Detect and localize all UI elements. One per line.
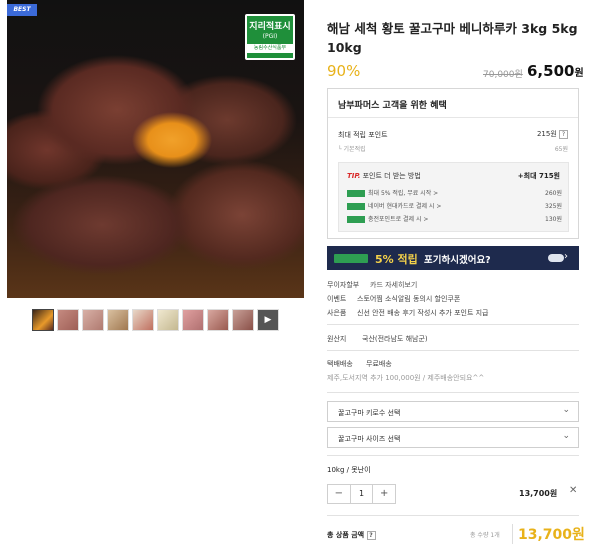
help-icon[interactable]: ? bbox=[559, 129, 568, 139]
total-price: 13,700원 bbox=[518, 527, 585, 543]
tip-prefix: TIP. bbox=[347, 172, 361, 180]
divider bbox=[327, 392, 579, 393]
thumbnail-5[interactable] bbox=[132, 309, 154, 331]
decrease-button[interactable]: − bbox=[328, 485, 350, 503]
benefit-box: 남부파머스 고객을 위한 혜택 최대 적립 포인트 215원 ? └ 기본적립 … bbox=[327, 88, 579, 239]
installment-link[interactable]: 카드 자세히보기 bbox=[370, 280, 417, 290]
event-label: 이벤트 bbox=[327, 295, 347, 303]
weight-select[interactable]: 꿀고구마 키로수 선택 ⌄ bbox=[327, 401, 579, 422]
tip-row-2[interactable]: 네이버 현대카드로 결제 시 > 325원 bbox=[347, 201, 562, 210]
selected-option-name: 10kg / 못난이 bbox=[327, 466, 371, 474]
help-icon[interactable]: ? bbox=[366, 530, 376, 540]
thumbnail-8[interactable] bbox=[207, 309, 229, 331]
original-price: 70,000원 bbox=[483, 70, 523, 80]
divider bbox=[328, 117, 578, 118]
divider bbox=[512, 524, 513, 544]
quantity-input[interactable]: 1 bbox=[349, 485, 374, 503]
tip-row-label: 네이버 현대카드로 결제 시 > bbox=[368, 203, 442, 210]
thumbnail-7[interactable] bbox=[182, 309, 204, 331]
banner-percent: 5% 적립 bbox=[375, 253, 418, 266]
thumbnail-4[interactable] bbox=[107, 309, 129, 331]
max-points-value-wrap: 215원 ? bbox=[537, 129, 568, 139]
origin-value: 국산(전라남도 해남군) bbox=[362, 335, 428, 343]
sale-price-unit: 원 bbox=[574, 68, 584, 79]
thumbnail-6[interactable] bbox=[157, 309, 179, 331]
divider bbox=[327, 350, 579, 351]
divider bbox=[327, 515, 579, 516]
tip-label: 포인트 더 받는 방법 bbox=[362, 172, 421, 180]
size-select[interactable]: 꿀고구마 사이즈 선택 ⌄ bbox=[327, 427, 579, 448]
thumbnail-3[interactable] bbox=[82, 309, 104, 331]
delivery-note: 제주,도서지역 추가 100,000원 / 제주배송안되요^^ bbox=[327, 374, 485, 382]
video-thumbnail[interactable]: ▶ bbox=[257, 309, 279, 331]
sale-price: 6,500원 bbox=[527, 62, 584, 80]
tip-max: +최대 715원 bbox=[517, 172, 560, 180]
divider bbox=[327, 324, 579, 325]
naver-pay-logo-icon bbox=[334, 254, 368, 263]
tip-row-value: 325원 bbox=[545, 203, 562, 210]
best-badge: BEST bbox=[7, 4, 37, 16]
basic-points-value: 65원 bbox=[554, 146, 568, 153]
chevron-down-icon: ⌄ bbox=[562, 405, 570, 415]
thumbnail-strip: ▶ bbox=[32, 309, 279, 331]
tip-row-3[interactable]: 충전포인트로 결제 시 > 130원 bbox=[347, 214, 562, 223]
installment-label: 무이자할부 bbox=[327, 281, 360, 289]
chevron-down-icon: ⌄ bbox=[562, 431, 570, 441]
delivery-label: 택배배송 bbox=[327, 360, 353, 368]
total-quantity: 총 수량 1개 bbox=[470, 532, 500, 539]
thumbnail-1[interactable] bbox=[32, 309, 54, 331]
event-value: 스토어찜 소식알림 동의시 할인쿠폰 bbox=[357, 295, 461, 303]
product-title: 해남 세척 황토 꿀고구마 베니하루카 3kg 5kg 10kg bbox=[327, 21, 578, 55]
thumbnail-2[interactable] bbox=[57, 309, 79, 331]
tip-box: TIP. 포인트 더 받는 방법 +최대 715원 최대 5% 적립, 무료 시… bbox=[338, 162, 569, 232]
weight-select-label: 꿀고구마 키로수 선택 bbox=[338, 409, 401, 417]
chevron-right-icon: › bbox=[564, 251, 568, 262]
tip-row-label: 최대 5% 적립, 무료 시작 > bbox=[368, 190, 439, 197]
total-label: 총 상품 금액 bbox=[327, 531, 365, 539]
tip-row-label: 충전포인트로 결제 시 > bbox=[368, 216, 429, 223]
increase-button[interactable]: + bbox=[373, 485, 395, 503]
basic-points-label: └ 기본적립 bbox=[338, 146, 366, 153]
max-points-value: 215원 bbox=[536, 130, 557, 138]
npay-logo-icon bbox=[347, 203, 365, 210]
benefit-title: 남부파머스 고객을 위한 혜택 bbox=[338, 101, 447, 111]
delivery-value: 무료배송 bbox=[366, 360, 392, 368]
selected-price: 13,700원 bbox=[519, 489, 558, 498]
gift-label: 사은품 bbox=[327, 309, 347, 317]
max-points-label: 최대 적립 포인트 bbox=[338, 131, 388, 139]
tip-heading: TIP. 포인트 더 받는 방법 bbox=[347, 171, 421, 181]
remove-option-button[interactable]: ✕ bbox=[569, 485, 577, 496]
total-label-wrap: 총 상품 금액 ? bbox=[327, 530, 376, 540]
banner-pill-icon bbox=[548, 254, 564, 262]
tip-row-1[interactable]: 최대 5% 적립, 무료 시작 > 260원 bbox=[347, 188, 562, 197]
npay-logo-icon bbox=[347, 190, 365, 197]
gift-value: 신선 안전 배송 후기 작성시 추가 포인트 지급 bbox=[357, 309, 489, 317]
naver-pay-banner[interactable]: 5% 적립 포기하시겠어요? › bbox=[327, 246, 579, 270]
discount-rate: 90% bbox=[327, 62, 361, 80]
tip-row-value: 130원 bbox=[545, 216, 562, 223]
thumbnail-9[interactable] bbox=[232, 309, 254, 331]
sale-price-value: 6,500 bbox=[527, 62, 575, 80]
banner-message: 포기하시겠어요? bbox=[424, 255, 491, 266]
origin-label: 원산지 bbox=[327, 335, 347, 343]
play-icon: ▶ bbox=[264, 315, 272, 325]
basic-points-text: 기본적립 bbox=[343, 146, 366, 153]
pgi-seal: 지리적표시 (PGI) 농림수산식품부 bbox=[245, 14, 295, 60]
size-select-label: 꿀고구마 사이즈 선택 bbox=[338, 435, 401, 443]
divider bbox=[327, 455, 579, 456]
quantity-stepper: − 1 + bbox=[327, 484, 396, 504]
npay-logo-icon bbox=[347, 216, 365, 223]
tip-row-value: 260원 bbox=[545, 190, 562, 197]
